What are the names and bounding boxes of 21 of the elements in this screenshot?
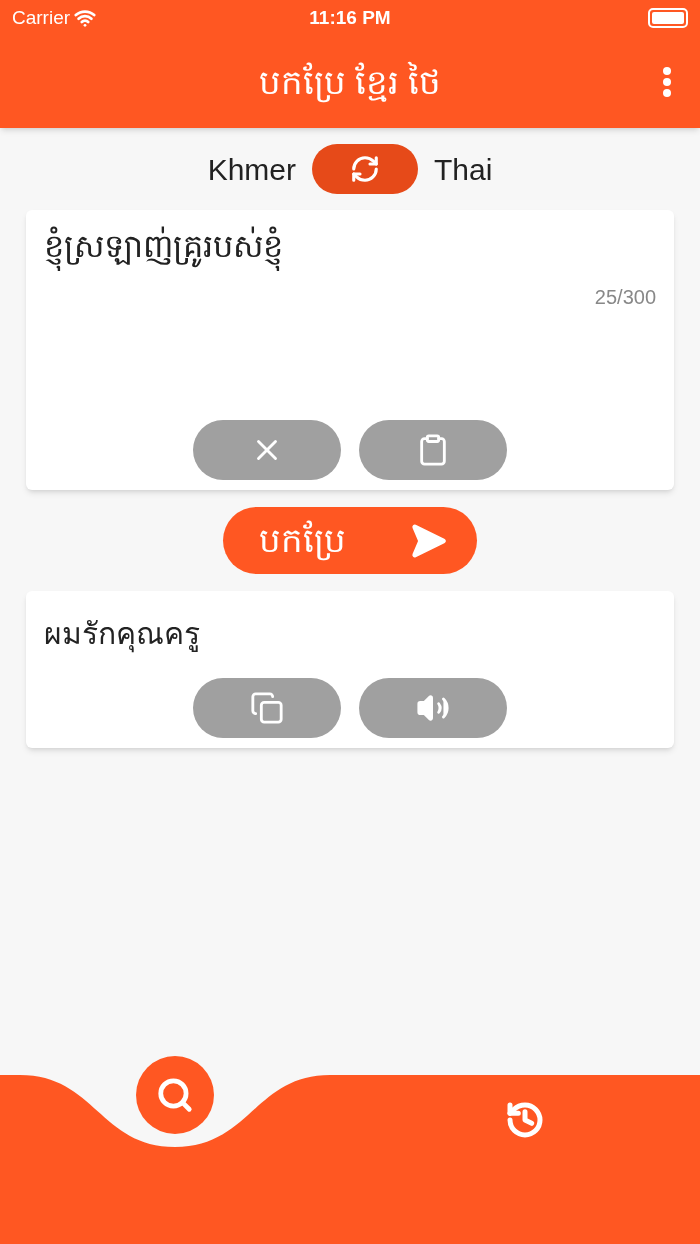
- wifi-icon: [74, 7, 97, 29]
- copy-button[interactable]: [193, 678, 341, 738]
- clear-button[interactable]: [193, 420, 341, 480]
- app-title: បកប្រែ ខ្មែរ ថៃ: [258, 60, 442, 105]
- status-time: 11:16 PM: [309, 5, 391, 30]
- more-menu-button[interactable]: [662, 67, 672, 97]
- paste-button[interactable]: [359, 420, 507, 480]
- more-vertical-icon: [662, 67, 672, 97]
- swap-icon: [350, 154, 380, 184]
- target-language: Thai: [434, 151, 493, 188]
- character-count: 25/300: [594, 285, 656, 310]
- source-language: Khmer: [207, 151, 296, 188]
- history-icon: [505, 1100, 545, 1140]
- translation-text: ผมรักคุณครู: [44, 611, 656, 656]
- speak-button[interactable]: [359, 678, 507, 738]
- carrier-label: Carrier: [12, 5, 71, 30]
- source-text-field[interactable]: ខ្ញុំស្រឡាញ់គ្រូរបស់ខ្ញុំ: [44, 222, 656, 282]
- swap-languages-button[interactable]: [312, 144, 418, 194]
- search-icon: [156, 1076, 194, 1114]
- battery-icon: [648, 8, 688, 28]
- copy-icon: [250, 691, 284, 725]
